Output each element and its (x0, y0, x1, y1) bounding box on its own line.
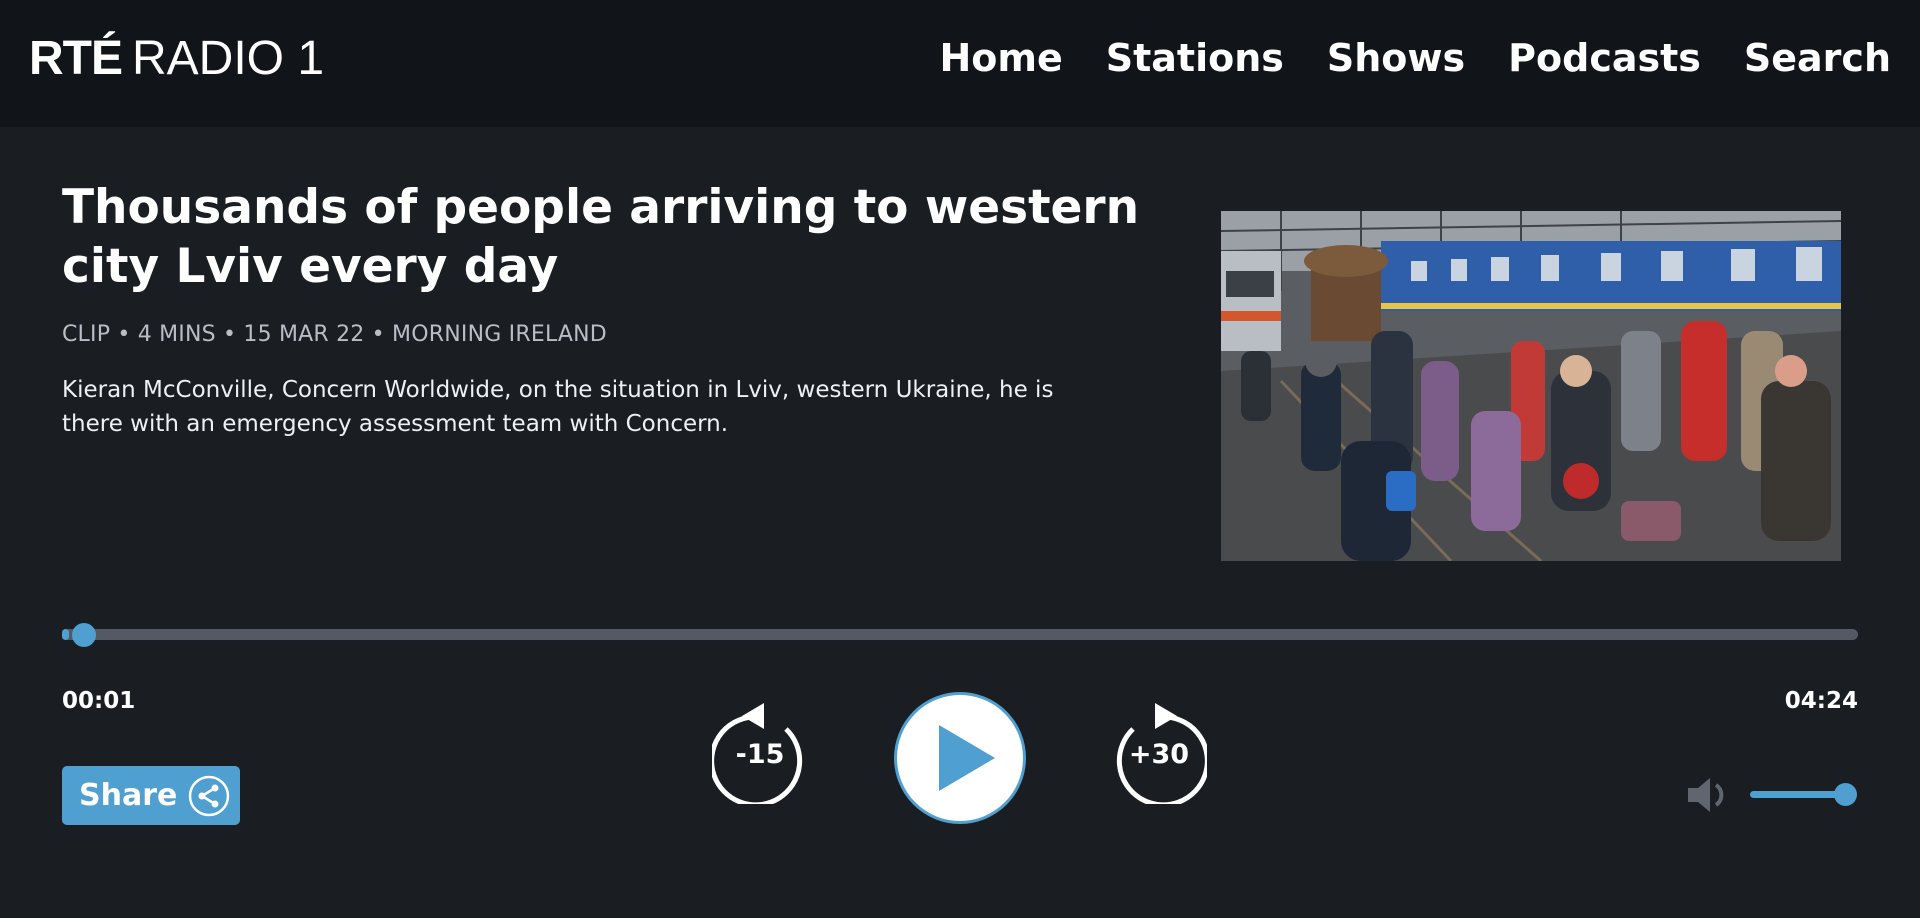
episode-image (1221, 211, 1841, 561)
episode-title: Thousands of people arriving to western … (62, 180, 1140, 294)
play-icon (939, 725, 995, 791)
volume-icon[interactable] (1686, 776, 1730, 814)
nav-stations[interactable]: Stations (1106, 36, 1284, 80)
playback-scrubber-handle[interactable] (72, 623, 96, 647)
skip-back-label: -15 (735, 739, 785, 770)
share-button[interactable]: Share (62, 766, 240, 825)
episode-description: Kieran McConville, Concern Worldwide, on… (62, 377, 1054, 437)
share-icon (188, 775, 230, 817)
main-nav: Home Stations Shows Podcasts Search (939, 36, 1891, 80)
share-label: Share (79, 778, 178, 813)
nav-home[interactable]: Home (939, 36, 1062, 80)
volume-slider-handle[interactable] (1834, 783, 1857, 806)
nav-shows[interactable]: Shows (1327, 36, 1465, 80)
playback-progress-fill (62, 629, 70, 640)
total-duration: 04:24 (1784, 688, 1858, 714)
rte-radio-1-logo[interactable]: RTÉ RADIO 1 (29, 31, 325, 85)
logo-rte-text: RTÉ (29, 31, 123, 85)
train-station-photo (1221, 211, 1841, 561)
logo-station-text: RADIO 1 (132, 31, 325, 85)
skip-back-15-button[interactable]: -15 (712, 700, 808, 804)
nav-search[interactable]: Search (1744, 36, 1891, 80)
skip-forward-label: +30 (1128, 739, 1190, 770)
nav-podcasts[interactable]: Podcasts (1508, 36, 1701, 80)
play-button[interactable] (894, 692, 1026, 824)
volume-slider-track[interactable] (1750, 791, 1846, 798)
episode-meta: CLIP • 4 MINS • 15 MAR 22 • MORNING IREL… (62, 322, 607, 347)
playback-progress-bar[interactable] (62, 629, 1858, 640)
current-time: 00:01 (62, 688, 136, 714)
site-header: RTÉ RADIO 1 Home Stations Shows Podcasts… (0, 0, 1920, 127)
skip-forward-30-button[interactable]: +30 (1111, 700, 1207, 804)
